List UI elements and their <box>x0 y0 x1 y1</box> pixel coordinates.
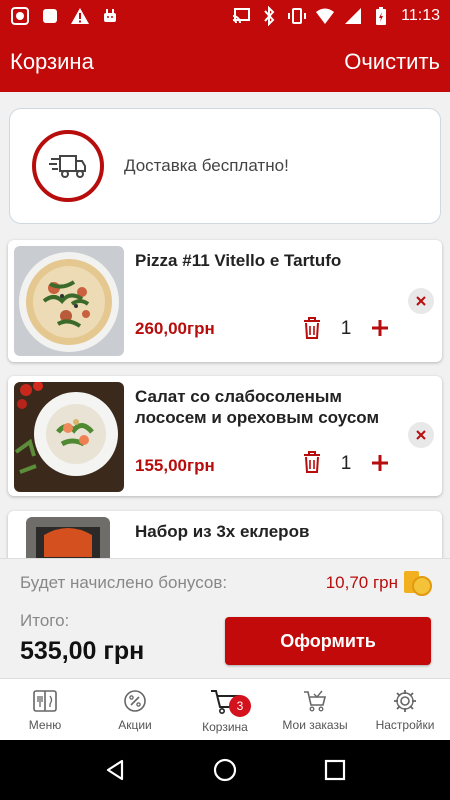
bonus-value: 10,70 грн <box>325 573 398 592</box>
nav-label: Мои заказы <box>282 718 348 732</box>
nav-label: Корзина <box>202 720 248 734</box>
back-triangle-icon <box>106 759 124 781</box>
android-icon <box>100 6 120 26</box>
menu-book-icon <box>33 690 57 712</box>
wifi-icon <box>315 6 335 26</box>
nav-item-cart[interactable]: 3 Корзина <box>180 679 270 740</box>
item-quantity: 1 <box>340 453 352 474</box>
recents-button[interactable] <box>320 755 350 785</box>
status-time: 11:13 <box>401 7 440 24</box>
back-button[interactable] <box>100 755 130 785</box>
close-icon <box>416 296 426 306</box>
bottom-nav: Меню Акции 3 Корзина Мои заказы Настройк… <box>0 678 450 740</box>
delivery-banner: Доставка бесплатно! <box>9 108 441 224</box>
app-bar: Корзина Очистить <box>0 32 450 92</box>
cart-content[interactable]: Доставка бесплатно! Pizza #11 Vitello e … <box>0 92 450 558</box>
checkout-button[interactable]: Оформить <box>225 617 431 665</box>
nav-label: Настройки <box>375 718 435 732</box>
item-price: 155,00грн <box>135 456 215 475</box>
item-name: Салат со слабосоленым лососем и ореховым… <box>135 387 380 427</box>
cast-icon <box>231 6 251 26</box>
delete-icon[interactable] <box>301 316 323 340</box>
eclairs-photo <box>26 517 110 558</box>
cart-item[interactable]: Набор из 3х еклеров <box>8 511 442 558</box>
nav-item-my-orders[interactable]: Мои заказы <box>270 679 360 740</box>
total-value: 535,00 грн <box>20 637 145 665</box>
nav-item-menu[interactable]: Меню <box>0 679 90 740</box>
nav-label: Меню <box>28 718 62 732</box>
remove-item-button[interactable] <box>408 288 434 314</box>
remove-item-button[interactable] <box>408 422 434 448</box>
cart-item[interactable]: Pizza #11 Vitello e Tartufo 260,00грн 1 <box>8 240 442 362</box>
close-icon <box>416 430 426 440</box>
delivery-text: Доставка бесплатно! <box>124 156 289 175</box>
system-nav-bar <box>0 740 450 800</box>
plus-icon[interactable] <box>370 453 390 473</box>
notification-square-icon <box>40 6 60 26</box>
cart-count-badge: 3 <box>229 695 251 717</box>
warning-icon <box>70 6 90 26</box>
delete-icon[interactable] <box>301 450 323 474</box>
signal-icon <box>343 6 363 26</box>
delivery-truck-icon <box>49 155 86 178</box>
home-button[interactable] <box>210 755 240 785</box>
delivery-circle <box>32 130 104 202</box>
screen-record-icon <box>10 6 30 26</box>
home-circle-icon <box>213 758 237 782</box>
discount-icon <box>124 690 146 712</box>
item-name: Набор из 3х еклеров <box>135 522 310 541</box>
nav-label: Акции <box>118 718 152 732</box>
coins-icon <box>404 571 432 596</box>
page-title: Корзина <box>10 49 94 74</box>
plus-icon[interactable] <box>370 318 390 338</box>
nav-item-settings[interactable]: Настройки <box>360 679 450 740</box>
item-price: 260,00грн <box>135 319 215 338</box>
status-bar: 11:13 <box>0 0 450 32</box>
pizza-photo <box>14 246 124 356</box>
item-name: Pizza #11 Vitello e Tartufo <box>135 251 342 270</box>
bluetooth-icon <box>259 6 279 26</box>
clear-cart-button[interactable]: Очистить <box>344 49 440 75</box>
battery-charging-icon <box>371 6 391 26</box>
gear-icon <box>394 690 416 712</box>
orders-cart-icon <box>304 690 327 712</box>
item-quantity: 1 <box>340 318 352 339</box>
total-label: Итого: <box>20 611 70 630</box>
nav-item-promotions[interactable]: Акции <box>90 679 180 740</box>
vibrate-icon <box>287 6 307 26</box>
bonus-label: Будет начислено бонусов: <box>20 573 228 592</box>
salad-photo <box>14 382 124 492</box>
recents-square-icon <box>324 759 346 781</box>
order-summary: Будет начислено бонусов: 10,70 грн Итого… <box>0 558 450 678</box>
cart-item[interactable]: Салат со слабосоленым лососем и ореховым… <box>8 376 442 496</box>
